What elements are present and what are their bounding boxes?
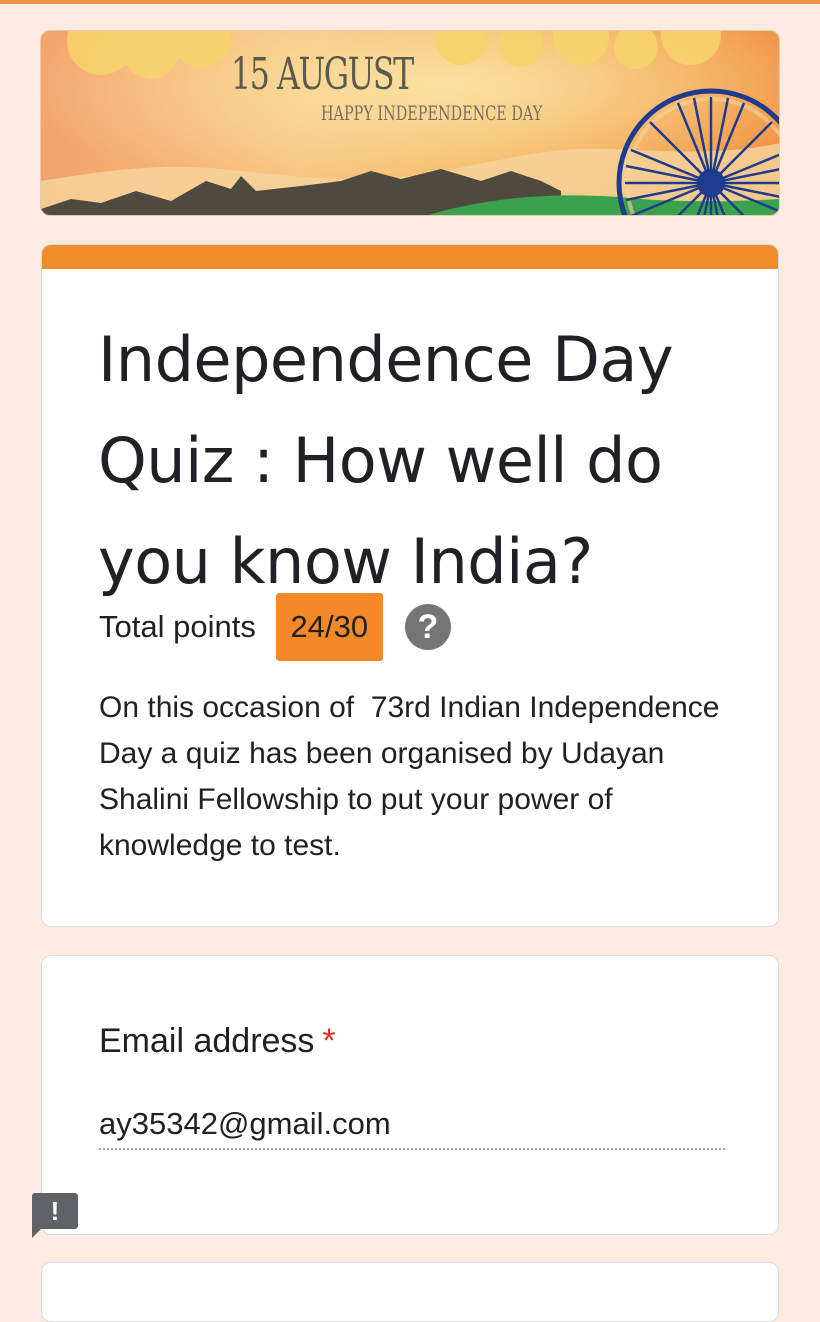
- form-header-card: Independence Day Quiz : How well do you …: [41, 244, 779, 927]
- email-question-title: Email address *: [99, 1022, 336, 1061]
- email-field-underline: [99, 1148, 725, 1150]
- email-label-text: Email address: [99, 1022, 315, 1060]
- email-response-value: ay35342@gmail.com: [99, 1106, 391, 1141]
- help-icon[interactable]: ?: [404, 604, 451, 650]
- total-points-row: Total points 24/30 ?: [99, 593, 451, 661]
- form-title: Independence Day Quiz : How well do you …: [98, 323, 674, 598]
- form-description: On this occasion of 73rd Indian Independ…: [99, 691, 728, 862]
- header-banner-image: 15 AUGUST HAPPY INDEPENDENCE DAY: [40, 30, 780, 216]
- next-question-card: [41, 1262, 779, 1322]
- score-badge: 24/30: [275, 593, 383, 661]
- banner-title: 15 AUGUST: [231, 49, 414, 100]
- total-points-label: Total points: [99, 609, 256, 644]
- exclamation-icon: !: [50, 1195, 60, 1226]
- report-feedback-button[interactable]: !: [32, 1193, 78, 1238]
- email-question-card: Email address * ay35342@gmail.com: [41, 955, 779, 1235]
- top-accent-bar: [0, 0, 820, 4]
- banner-subtitle: HAPPY INDEPENDENCE DAY: [321, 101, 543, 125]
- accent-stripe: [42, 245, 778, 269]
- required-asterisk: *: [322, 1022, 336, 1060]
